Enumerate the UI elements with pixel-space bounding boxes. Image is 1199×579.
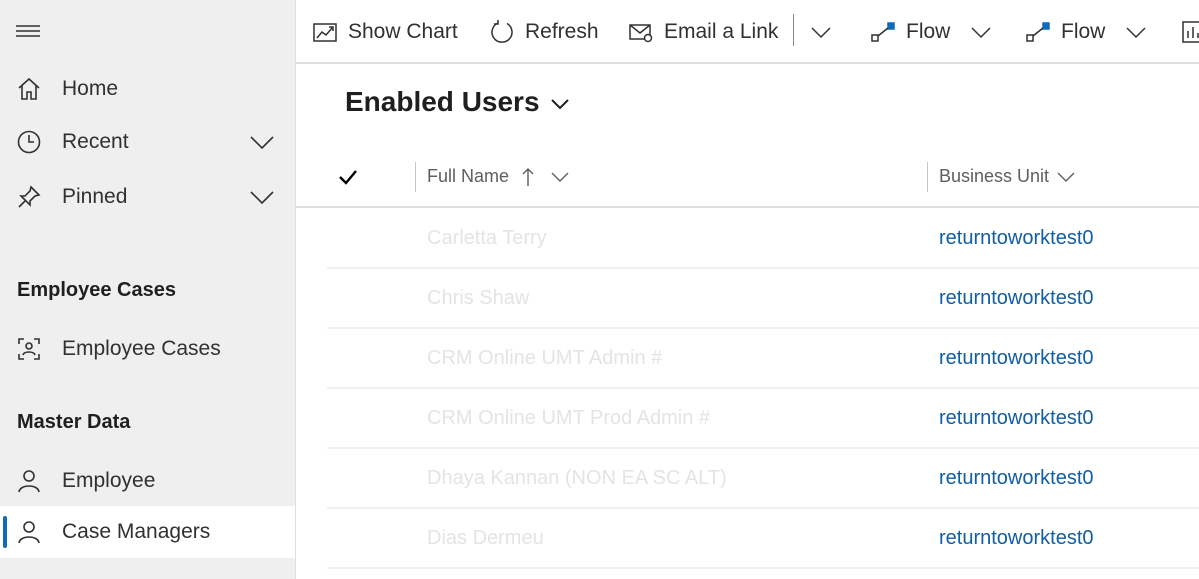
nav-recent[interactable]: Recent <box>0 116 295 168</box>
cell-full-name[interactable]: CRM Online UMT Prod Admin # <box>427 407 710 430</box>
column-header-full-name[interactable]: Full Name <box>427 166 569 187</box>
refresh-button[interactable]: Refresh <box>489 14 599 50</box>
chevron-down-icon[interactable] <box>968 19 994 45</box>
table-row[interactable]: Carletta Terry returntoworktest0 <box>327 209 1199 269</box>
nav-case-managers-label: Case Managers <box>62 520 211 543</box>
selected-indicator <box>3 516 7 548</box>
chevron-down-icon <box>548 90 572 114</box>
nav-home-label: Home <box>62 77 119 100</box>
cell-full-name[interactable]: CRM Online UMT Admin # <box>427 347 662 370</box>
chevron-down-icon[interactable] <box>1123 19 1149 45</box>
chevron-down-icon <box>551 168 569 186</box>
view-title: Enabled Users <box>345 86 540 117</box>
cell-business-unit-link[interactable]: returntoworktest0 <box>939 467 1094 490</box>
report-icon <box>1180 19 1199 45</box>
person-icon <box>16 519 42 545</box>
cell-full-name[interactable]: Dias Dermeu <box>427 527 544 550</box>
view-selector[interactable]: Enabled Users <box>345 86 572 118</box>
cell-full-name[interactable]: Dhaya Kannan (NON EA SC ALT) <box>427 467 727 490</box>
nav-employee[interactable]: Employee <box>0 455 295 507</box>
nav-pinned[interactable]: Pinned <box>0 171 295 223</box>
refresh-icon <box>489 19 515 45</box>
select-all-checkmark-icon[interactable] <box>337 166 359 188</box>
nav-pinned-label: Pinned <box>62 185 128 208</box>
table-row[interactable]: Dias Dermeu returntoworktest0 <box>327 509 1199 569</box>
flow-icon <box>870 19 896 45</box>
chevron-down-icon <box>1057 168 1075 186</box>
refresh-label: Refresh <box>525 20 599 43</box>
cell-full-name[interactable]: Carletta Terry <box>427 227 547 250</box>
column-header-full-name-label: Full Name <box>427 166 510 186</box>
chart-icon <box>312 19 338 45</box>
nav-case-managers[interactable]: Case Managers <box>0 506 295 558</box>
home-icon <box>16 76 42 102</box>
hamburger-menu-icon[interactable] <box>16 22 40 40</box>
table-row[interactable]: Chris Shaw returntoworktest0 <box>327 269 1199 329</box>
more-dropdown-button[interactable] <box>808 14 834 50</box>
command-bar: Show Chart Refresh Email a Link Flow Flo… <box>296 0 1199 64</box>
table-row[interactable]: CRM Online UMT Prod Admin # returntowork… <box>327 389 1199 449</box>
person-icon <box>16 468 42 494</box>
flow-label-2: Flow <box>1061 20 1106 43</box>
pin-icon <box>16 184 42 210</box>
column-divider <box>927 162 928 192</box>
email-link-icon <box>628 19 654 45</box>
nav-recent-label: Recent <box>62 130 129 153</box>
cell-business-unit-link[interactable]: returntoworktest0 <box>939 347 1094 370</box>
group-title-employee-cases: Employee Cases <box>17 279 176 301</box>
flow-icon <box>1025 19 1051 45</box>
cell-business-unit-link[interactable]: returntoworktest0 <box>939 227 1094 250</box>
table-row[interactable]: Dhaya Kannan (NON EA SC ALT) returntowor… <box>327 449 1199 509</box>
column-header-business-unit-label: Business Unit <box>939 166 1050 186</box>
email-link-button[interactable]: Email a Link <box>628 14 778 50</box>
toolbar-separator <box>793 14 794 46</box>
cell-business-unit-link[interactable]: returntoworktest0 <box>939 407 1094 430</box>
sitemap-sidebar: Home Recent Pinned Employee Cases Employ… <box>0 0 296 579</box>
clock-icon <box>16 129 42 155</box>
show-chart-label: Show Chart <box>348 20 458 43</box>
email-link-label: Email a Link <box>664 20 779 43</box>
nav-employee-cases-label: Employee Cases <box>62 337 221 360</box>
cell-full-name[interactable]: Chris Shaw <box>427 287 529 310</box>
contact-card-icon <box>16 336 42 362</box>
flow-button-2[interactable]: Flow <box>1025 14 1149 50</box>
column-header-business-unit[interactable]: Business Unit <box>939 166 1075 187</box>
report-button[interactable] <box>1180 14 1199 50</box>
cell-business-unit-link[interactable]: returntoworktest0 <box>939 527 1094 550</box>
show-chart-button[interactable]: Show Chart <box>312 14 458 50</box>
group-title-master-data: Master Data <box>17 411 131 433</box>
nav-employee-label: Employee <box>62 469 156 492</box>
table-row[interactable]: CRM Online UMT Admin # returntoworktest0 <box>327 329 1199 389</box>
nav-home[interactable]: Home <box>0 63 295 115</box>
nav-employee-cases[interactable]: Employee Cases <box>0 323 295 375</box>
column-divider <box>415 162 416 192</box>
sort-ascending-icon <box>521 167 535 187</box>
chevron-down-icon[interactable] <box>249 129 275 155</box>
cell-business-unit-link[interactable]: returntoworktest0 <box>939 287 1094 310</box>
chevron-down-icon[interactable] <box>249 184 275 210</box>
chevron-down-icon <box>808 19 834 45</box>
flow-label-1: Flow <box>906 20 951 43</box>
flow-button-1[interactable]: Flow <box>870 14 994 50</box>
